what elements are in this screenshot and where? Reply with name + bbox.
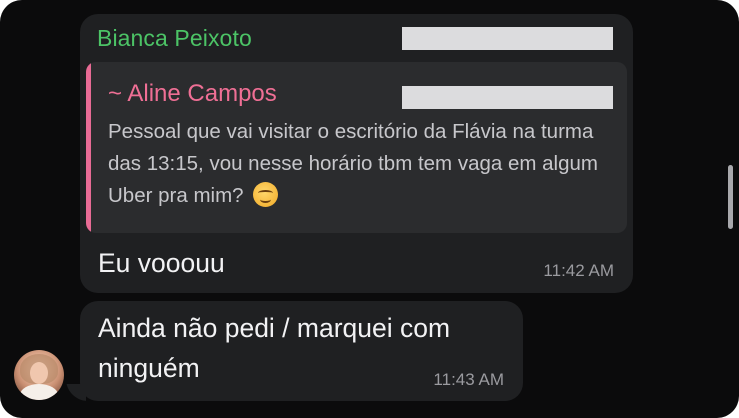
message-bubble[interactable]: Ainda não pedi / marquei com ninguém 11:… bbox=[80, 301, 523, 401]
message-timestamp: 11:42 AM bbox=[543, 261, 614, 280]
quoted-text-body: Pessoal que vai visitar o escritório da … bbox=[108, 120, 598, 207]
redacted-phone-number bbox=[402, 27, 613, 50]
avatar-face bbox=[30, 362, 48, 384]
chat-screen: Bianca Peixoto ~ Aline Campos Pessoal qu… bbox=[0, 0, 739, 418]
sender-name[interactable]: Bianca Peixoto bbox=[97, 25, 252, 52]
message-bubble[interactable]: Bianca Peixoto ~ Aline Campos Pessoal qu… bbox=[80, 14, 633, 293]
smiling-face-emoji-icon bbox=[253, 182, 279, 207]
avatar-shirt bbox=[20, 384, 58, 400]
quoted-message[interactable]: ~ Aline Campos Pessoal que vai visitar o… bbox=[86, 62, 627, 233]
redacted-phone-number bbox=[402, 86, 613, 109]
message-timestamp: 11:43 AM bbox=[433, 370, 504, 389]
sender-avatar[interactable] bbox=[14, 350, 64, 400]
message-text: Eu vooouu bbox=[98, 248, 225, 278]
quoted-author-name: ~ Aline Campos bbox=[108, 80, 277, 107]
quoted-message-text: Pessoal que vai visitar o escritório da … bbox=[108, 116, 618, 212]
quote-accent-bar bbox=[86, 62, 91, 233]
bubble-tail bbox=[66, 384, 86, 401]
scrollbar[interactable] bbox=[728, 165, 733, 229]
